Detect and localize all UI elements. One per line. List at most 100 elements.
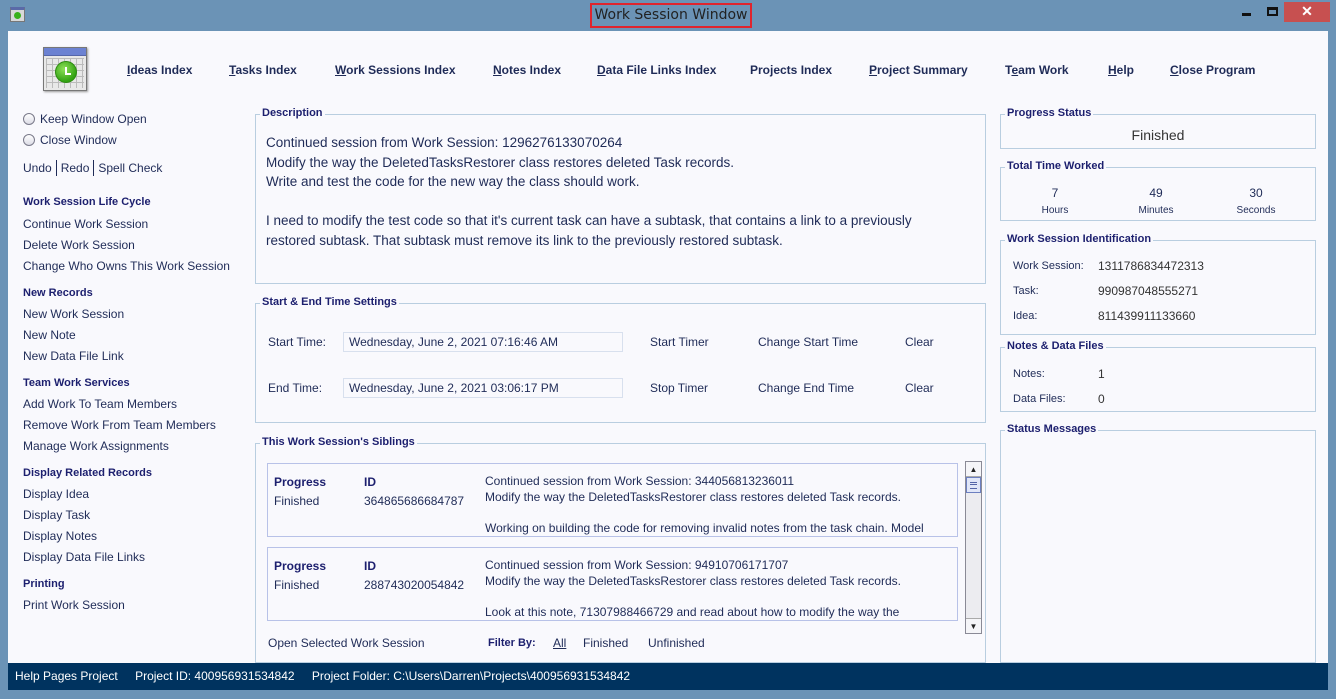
filter-all-button[interactable]: All: [553, 636, 566, 650]
progress-header: Progress: [274, 559, 327, 573]
add-work-to-team-link[interactable]: Add Work To Team Members: [23, 397, 177, 411]
nav-label: deas Index: [130, 63, 193, 77]
title-bar: Work Session Window ✕: [0, 0, 1336, 31]
clear-start-button[interactable]: Clear: [905, 335, 934, 349]
nav-close-program[interactable]: Close Program: [1170, 63, 1255, 77]
sibling-id: 364865686684787: [364, 494, 465, 508]
end-time-field[interactable]: Wednesday, June 2, 2021 03:06:17 PM: [343, 378, 623, 398]
siblings-title: This Work Session's Siblings: [260, 436, 417, 448]
total-time-group: Total Time Worked 7 Hours 49 Minutes 30 …: [1000, 160, 1316, 221]
siblings-scrollbar[interactable]: ▲ ▼: [965, 461, 982, 634]
minutes-value: 49: [1149, 186, 1163, 200]
section-heading-life-cycle: Work Session Life Cycle: [23, 196, 151, 208]
nav-label: otes Index: [501, 63, 562, 77]
seconds-value: 30: [1249, 186, 1263, 200]
notes-files-title: Notes & Data Files: [1005, 340, 1106, 352]
hours-value: 7: [1051, 186, 1059, 200]
minimize-icon: [1241, 13, 1251, 16]
project-id: Project ID: 400956931534842: [135, 669, 295, 683]
nav-data-file-links-index[interactable]: Data File Links Index: [597, 63, 716, 77]
scroll-up-icon[interactable]: ▲: [966, 462, 981, 477]
description-group: Description Continued session from Work …: [255, 107, 986, 284]
data-files-count-label: Data Files:: [1013, 393, 1066, 405]
display-data-file-links-link[interactable]: Display Data File Links: [23, 550, 145, 564]
remove-work-from-team-link[interactable]: Remove Work From Team Members: [23, 418, 216, 432]
open-selected-work-session-button[interactable]: Open Selected Work Session: [268, 636, 425, 650]
time-settings-title: Start & End Time Settings: [260, 296, 399, 308]
sibling-description: Continued session from Work Session: 344…: [485, 474, 924, 535]
filter-finished-button[interactable]: Finished: [583, 636, 628, 650]
filter-unfinished-button[interactable]: Unfinished: [648, 636, 705, 650]
continue-work-session-link[interactable]: Continue Work Session: [23, 217, 148, 231]
notes-count-label: Notes:: [1013, 368, 1045, 380]
nav-ideas-index[interactable]: Ideas Index: [127, 63, 192, 77]
nav-label: ata File Links Index: [605, 63, 717, 77]
nav-label: W: [335, 63, 347, 77]
minutes-label: Minutes: [1138, 205, 1174, 216]
total-time-title: Total Time Worked: [1005, 160, 1107, 172]
keep-window-open-radio[interactable]: Keep Window Open: [23, 112, 147, 126]
undo-button[interactable]: Undo: [23, 161, 52, 175]
description-text[interactable]: Continued session from Work Session: 129…: [266, 133, 975, 250]
task-id-value: 990987048555271: [1098, 284, 1199, 298]
nav-help[interactable]: Help: [1108, 63, 1134, 77]
clear-end-button[interactable]: Clear: [905, 381, 934, 395]
id-header: ID: [364, 475, 376, 489]
nav-label: P: [869, 63, 878, 77]
description-title: Description: [260, 107, 325, 119]
nav-label: roject Summary: [877, 63, 968, 77]
nav-projects-index[interactable]: Projects Index: [750, 63, 832, 77]
status-messages-title: Status Messages: [1005, 423, 1099, 435]
scroll-thumb[interactable]: [966, 477, 981, 493]
print-work-session-link[interactable]: Print Work Session: [23, 598, 125, 612]
maximize-icon: [1266, 7, 1278, 16]
change-start-time-button[interactable]: Change Start Time: [758, 335, 858, 349]
sibling-card[interactable]: Progress ID Finished 288743020054842 Con…: [267, 547, 958, 621]
maximize-button[interactable]: [1258, 2, 1286, 22]
nav-label: lose Program: [1178, 63, 1256, 77]
display-notes-link[interactable]: Display Notes: [23, 529, 97, 543]
sibling-id: 288743020054842: [364, 578, 465, 592]
status-bar: Help Pages Project Project ID: 400956931…: [8, 663, 1328, 690]
close-window-button[interactable]: ✕: [1284, 2, 1330, 22]
redo-button[interactable]: Redo: [61, 161, 90, 175]
siblings-group: This Work Session's Siblings Progress ID…: [255, 436, 986, 663]
progress-status-value: Finished: [1131, 127, 1185, 143]
nav-notes-index[interactable]: Notes Index: [493, 63, 561, 77]
new-note-link[interactable]: New Note: [23, 328, 76, 342]
app-icon[interactable]: [10, 7, 25, 22]
nav-tasks-index[interactable]: Tasks Index: [229, 63, 297, 77]
close-window-radio[interactable]: Close Window: [23, 133, 117, 147]
manage-work-assignments-link[interactable]: Manage Work Assignments: [23, 439, 169, 453]
new-data-file-link[interactable]: New Data File Link: [23, 349, 124, 363]
idea-id-value: 811439911133660: [1098, 309, 1196, 323]
data-files-count-value: 0: [1098, 392, 1105, 406]
nav-label: H: [1108, 63, 1117, 77]
change-end-time-button[interactable]: Change End Time: [758, 381, 854, 395]
scroll-down-icon[interactable]: ▼: [966, 618, 981, 633]
start-timer-button[interactable]: Start Timer: [650, 335, 709, 349]
nav-label: C: [1170, 63, 1179, 77]
hours-label: Hours: [1041, 205, 1069, 216]
identification-title: Work Session Identification: [1005, 233, 1154, 245]
minimize-button[interactable]: [1232, 2, 1260, 22]
nav-project-summary[interactable]: Project Summary: [869, 63, 968, 77]
status-messages-group: Status Messages: [1000, 423, 1316, 663]
delete-work-session-link[interactable]: Delete Work Session: [23, 238, 135, 252]
change-owner-link[interactable]: Change Who Owns This Work Session: [23, 259, 230, 273]
project-name: Help Pages Project: [15, 669, 118, 683]
divider: [93, 160, 95, 176]
display-task-link[interactable]: Display Task: [23, 508, 90, 522]
spell-check-button[interactable]: Spell Check: [98, 161, 162, 175]
nav-work-sessions-index[interactable]: Work Sessions Index: [335, 63, 456, 77]
task-id-label: Task:: [1013, 285, 1039, 297]
nav-team-work[interactable]: Team Work: [1005, 63, 1069, 77]
display-idea-link[interactable]: Display Idea: [23, 487, 89, 501]
section-heading-team-work: Team Work Services: [23, 377, 130, 389]
new-work-session-link[interactable]: New Work Session: [23, 307, 124, 321]
start-time-field[interactable]: Wednesday, June 2, 2021 07:16:46 AM: [343, 332, 623, 352]
stop-timer-button[interactable]: Stop Timer: [650, 381, 708, 395]
sibling-card[interactable]: Progress ID Finished 364865686684787 Con…: [267, 463, 958, 537]
radio-label: Keep Window Open: [40, 112, 147, 126]
identification-group: Work Session Identification Work Session…: [1000, 233, 1316, 335]
